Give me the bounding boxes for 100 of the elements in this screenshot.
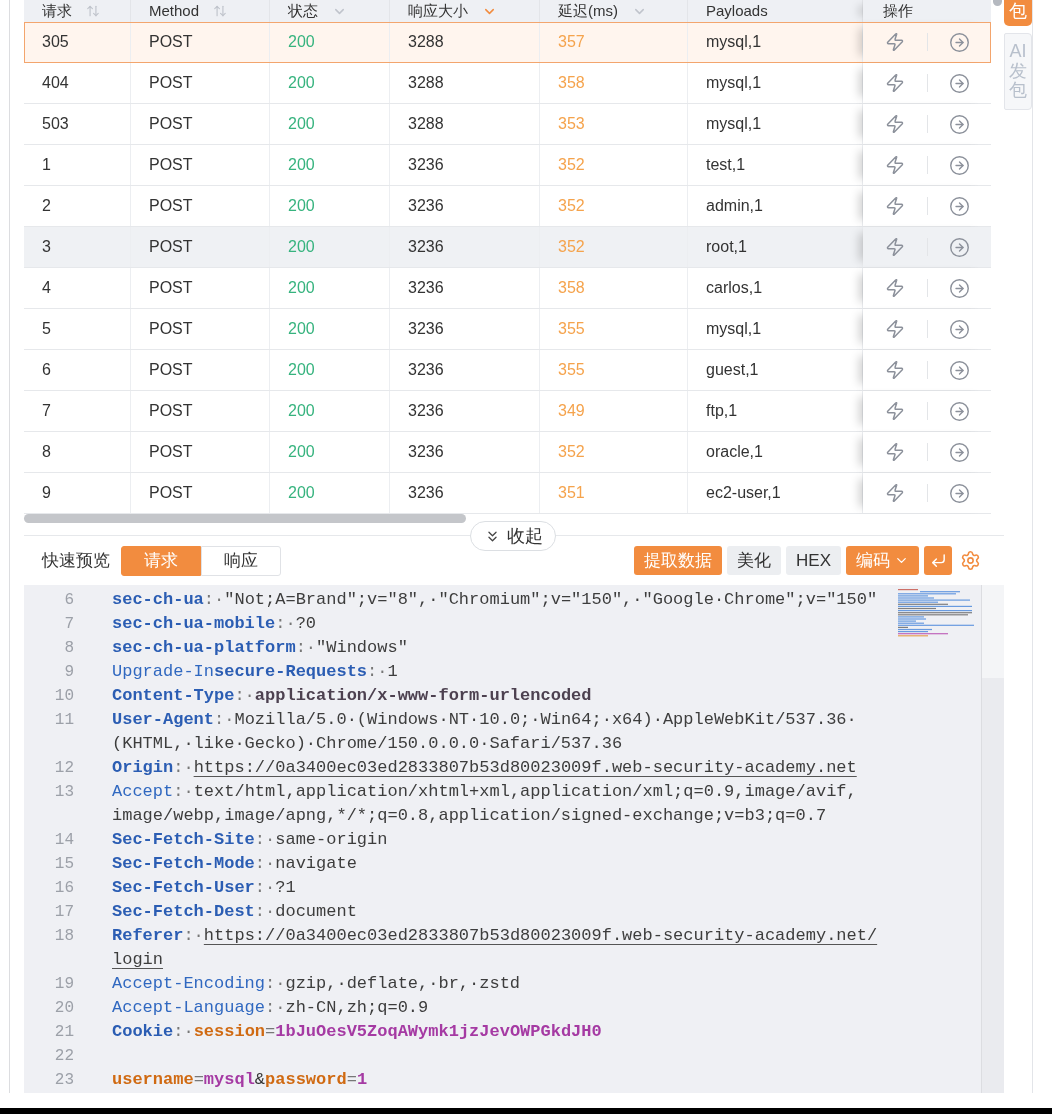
table-cell: POST [131, 186, 270, 226]
table-cell: 200 [270, 63, 390, 103]
lightning-icon[interactable] [884, 196, 905, 216]
arrow-right-circle-icon[interactable] [948, 154, 970, 176]
enter-button[interactable] [924, 546, 952, 575]
table-row[interactable]: 5 POST 200 3236 355 mysql,1 [24, 309, 991, 350]
code-line: sec-ch-ua-mobile:·?0 [112, 613, 317, 635]
arrow-right-circle-icon[interactable] [948, 318, 970, 340]
table-cell: 358 [540, 63, 688, 103]
code-line: Sec-Fetch-Site:·same-origin [112, 829, 388, 851]
table-cell: 200 [270, 145, 390, 185]
table-cell: POST [131, 22, 270, 62]
arrow-right-circle-icon[interactable] [948, 236, 970, 258]
table-cell: root,1 [688, 227, 863, 267]
lightning-icon[interactable] [884, 483, 905, 503]
table-cell: 200 [270, 391, 390, 431]
table-row[interactable]: 6 POST 200 3236 355 guest,1 [24, 350, 991, 391]
line-number: 18 [54, 927, 74, 945]
table-cell: POST [131, 227, 270, 267]
lightning-icon[interactable] [884, 401, 905, 421]
table-cell: guest,1 [688, 350, 863, 390]
table-row[interactable]: 404 POST 200 3288 358 mysql,1 [24, 63, 991, 104]
table-row[interactable]: 305 POST 200 3288 357 mysql,1 [24, 22, 991, 63]
line-number: 16 [54, 879, 74, 897]
arrow-right-circle-icon[interactable] [948, 31, 970, 53]
table-row[interactable]: 7 POST 200 3236 349 ftp,1 [24, 391, 991, 432]
toolbar-button[interactable]: 美化 [727, 546, 782, 575]
table-cell: 352 [540, 432, 688, 472]
table-cell: 352 [540, 186, 688, 226]
table-row[interactable]: 3 POST 200 3236 352 root,1 [24, 227, 991, 268]
code-line: Cookie:·session=1bJuOesV5ZoqAWymk1jzJevOWPGkdJH0 [112, 1021, 602, 1043]
settings-icon[interactable] [960, 550, 981, 571]
lightning-icon[interactable] [884, 278, 905, 298]
arrow-right-circle-icon[interactable] [948, 195, 970, 217]
scrollbar-thumb[interactable] [993, 0, 1002, 6]
collapse-button[interactable]: 收起 [470, 521, 556, 551]
table-cell: 355 [540, 309, 688, 349]
preview-tab[interactable]: 响应 [201, 545, 281, 576]
table-cell: 1 [24, 145, 131, 185]
link[interactable]: login [112, 950, 163, 969]
lightning-icon[interactable] [884, 32, 905, 52]
table-cell: POST [131, 268, 270, 308]
table-cell: 3236 [390, 473, 540, 513]
arrow-right-circle-icon[interactable] [948, 359, 970, 381]
table-cell: 353 [540, 104, 688, 144]
code-line: Sec-Fetch-Mode:·navigate [112, 853, 357, 875]
arrow-right-circle-icon[interactable] [948, 400, 970, 422]
line-number: 13 [54, 783, 74, 801]
line-number: 7 [64, 615, 74, 633]
table-cell: test,1 [688, 145, 863, 185]
table-cell: admin,1 [688, 186, 863, 226]
lightning-icon[interactable] [884, 155, 905, 175]
arrow-right-circle-icon[interactable] [948, 277, 970, 299]
link[interactable]: https://0a3400ec03ed2833807b53d80023009f.web-security-academy.net/ [203, 926, 878, 945]
table-cell: 3236 [390, 186, 540, 226]
table-cell: POST [131, 432, 270, 472]
line-number: 20 [54, 999, 74, 1017]
code-line: username=mysql&password=1 [112, 1069, 368, 1091]
table-row[interactable]: 1 POST 200 3236 352 test,1 [24, 145, 991, 186]
table-row[interactable]: 9 POST 200 3236 351 ec2-user,1 [24, 473, 991, 514]
table-cell: 3236 [390, 350, 540, 390]
arrow-right-circle-icon[interactable] [948, 72, 970, 94]
code-line: (KHTML,·like·Gecko)·Chrome/150.0.0.0·Safari/537.36 [112, 733, 623, 755]
table-cell: 3236 [390, 145, 540, 185]
lightning-icon[interactable] [884, 237, 905, 257]
table-row[interactable]: 4 POST 200 3236 358 carlos,1 [24, 268, 991, 309]
table-row[interactable]: 2 POST 200 3236 352 admin,1 [24, 186, 991, 227]
lightning-icon[interactable] [884, 442, 905, 462]
table-cell: 351 [540, 473, 688, 513]
arrow-right-circle-icon[interactable] [948, 441, 970, 463]
table-cell: 3236 [390, 391, 540, 431]
table-cell: 3288 [390, 104, 540, 144]
table-row[interactable]: 503 POST 200 3288 353 mysql,1 [24, 104, 991, 145]
code-line: Referer:·https://0a3400ec03ed2833807b53d80023009f.web-security-academy.net/ [112, 925, 878, 947]
scrollbar-thumb[interactable] [24, 514, 466, 523]
toolbar-button[interactable]: HEX [786, 546, 841, 575]
lightning-icon[interactable] [884, 319, 905, 339]
lightning-icon[interactable] [884, 114, 905, 134]
table-cell: 9 [24, 473, 131, 513]
table-cell: 3236 [390, 227, 540, 267]
table-cell: carlos,1 [688, 268, 863, 308]
line-number: 8 [64, 639, 74, 657]
line-number: 22 [54, 1047, 74, 1065]
scrollbar-thumb[interactable] [982, 585, 1004, 678]
table-cell: 200 [270, 186, 390, 226]
code-line: Upgrade-Insecure-Requests:·1 [112, 661, 398, 683]
table-cell: mysql,1 [688, 104, 863, 144]
table-cell: ec2-user,1 [688, 473, 863, 513]
arrow-right-circle-icon[interactable] [948, 482, 970, 504]
arrow-right-circle-icon[interactable] [948, 113, 970, 135]
line-number: 17 [54, 903, 74, 921]
table-cell: 404 [24, 63, 131, 103]
code-line: Sec-Fetch-User:·?1 [112, 877, 296, 899]
lightning-icon[interactable] [884, 73, 905, 93]
lightning-icon[interactable] [884, 360, 905, 380]
link[interactable]: https://0a3400ec03ed2833807b53d80023009f.web-security-academy.net [193, 758, 857, 777]
table-cell: 3236 [390, 268, 540, 308]
code-line: User-Agent:·Mozilla/5.0·(Windows·NT·10.0;·Win64;·x64)·AppleWebKit/537.36· [112, 709, 857, 731]
table-row[interactable]: 8 POST 200 3236 352 oracle,1 [24, 432, 991, 473]
table-cell: 357 [540, 22, 688, 62]
